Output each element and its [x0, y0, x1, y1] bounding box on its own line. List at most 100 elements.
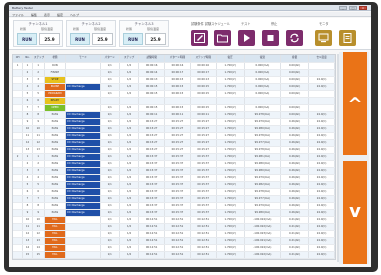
table-row[interactable]: 6 6 READY	[13, 97, 335, 105]
cell-capacity: 0.26(Ah)	[280, 146, 310, 154]
cell-step-count: 1/2	[119, 132, 140, 140]
cell-pattern-time: 00:15:27	[164, 125, 191, 133]
table-row[interactable]: 8 8 PASS CC Discharge 1/1 1/2 00:00:11 00:00:11…	[13, 111, 335, 119]
column-header[interactable]: 容量	[280, 55, 310, 63]
cell-step-time: 00:15:37	[190, 202, 217, 210]
start-button[interactable]	[238, 30, 255, 46]
table-row[interactable]: 11 11 FAIL 1/1 1/2 00:12:51 00:12:51 00:12:51 1.…	[13, 223, 335, 231]
column-header[interactable]: パターン時間	[164, 55, 191, 63]
menu-item-view[interactable]: 表示	[44, 13, 50, 17]
column-header[interactable]: モード	[65, 55, 101, 63]
refresh-icon	[290, 33, 299, 43]
stop-button[interactable]	[262, 30, 279, 46]
table-row[interactable]: 5 5 PROGRAM 1/1 1/2 00:00:15 00:00:15 00:00:15 1…	[13, 90, 335, 98]
maximize-button[interactable]: □	[349, 6, 357, 10]
cell-step-count: 1/2	[119, 90, 140, 98]
cell-capacity: 0.26(Ah)	[280, 188, 310, 196]
cell-current: -100.021(mA)	[244, 237, 282, 245]
table-row[interactable]: 2 1 1 PASS CC Discharge 1/1 1/2 00:15:37 00:15:3…	[13, 153, 335, 161]
minimize-button[interactable]: _	[339, 6, 347, 10]
table-row[interactable]: 9 9 PASS CC Discharge 1/1 1/2 00:15:27 00:15:27…	[13, 118, 335, 126]
edit-button[interactable]	[191, 30, 208, 46]
table-row[interactable]: 6 6 PASS CC Discharge 1/1 1/2 00:15:37 00:15:37…	[13, 188, 335, 196]
cell-step-time: 00:12:51	[190, 230, 217, 238]
table-row[interactable]: 11 11 PASS CC Discharge 1/1 1/2 00:15:27 00:15:…	[13, 132, 335, 140]
cell-temperature: 24.0(C)	[308, 195, 335, 203]
table-row[interactable]: 2 2 FINISH 1/1 1/2 00:00:14 00:00:17 00:00:17 1.…	[13, 69, 335, 77]
cell-pattern: 1/1	[100, 83, 120, 91]
cell-current: 99.981(mA)	[244, 153, 282, 161]
table-row[interactable]: 5 5 PASS CC Discharge 1/1 1/2 00:15:37 00:15:37…	[13, 181, 335, 189]
column-header[interactable]: 電圧	[216, 55, 245, 63]
table-row[interactable]: 15 15 FAIL 1/1 1/2 00:12:51 00:12:51 00:12:51 1.…	[13, 251, 335, 259]
cell-voltage: 1.700(V)	[216, 104, 245, 112]
table-row[interactable]: 10 10 FAIL 1/1 1/2 00:12:51 00:12:51 00:12:51 1.…	[13, 216, 335, 224]
cell-capacity: 0.00(Ah)	[280, 111, 310, 119]
table-row[interactable]: 8 8 PASS CC Discharge 1/1 1/2 00:15:37 00:15:37…	[13, 202, 335, 210]
column-header[interactable]: CH	[13, 55, 24, 63]
table-row[interactable]: 12 12 FAIL 1/1 1/2 00:12:51 00:12:51 00:12:51 1.…	[13, 230, 335, 238]
table-row[interactable]: 3 3 PASS CC Discharge 1/1 1/2 00:15:37 00:15:37…	[13, 167, 335, 175]
table-row[interactable]: 12 12 PASS CC Discharge 1/1 1/2 00:15:27 00:15:…	[13, 139, 335, 147]
cell-temperature: 24.0(C)	[308, 202, 335, 210]
cell-mode	[65, 237, 101, 245]
close-button[interactable]: ×	[359, 6, 367, 10]
open-folder-button[interactable]	[214, 30, 231, 46]
cell-mode: CC Discharge	[65, 153, 101, 161]
column-header[interactable]: ステップ時間	[190, 55, 217, 63]
table-row[interactable]: 9 9 PASS CC Discharge 1/1 1/2 00:15:37 00:15:37…	[13, 209, 335, 217]
table-row[interactable]: 13 13 FAIL 1/1 1/2 00:12:51 00:12:51 00:12:51 1.…	[13, 237, 335, 245]
cell-pattern-time: 00:15:37	[164, 167, 191, 175]
table-row[interactable]: 1 1 1 RUN 1/1 1/2 00:00:16 00:00:16 00:00:16 1.70…	[13, 62, 335, 70]
menu-item-help[interactable]: ヘルプ	[70, 13, 79, 17]
table-row[interactable]: 14 14 FAIL 1/1 1/2 00:12:51 00:12:51 00:12:51 1.…	[13, 244, 335, 252]
table-row[interactable]: 13 13 PASS CC Discharge 1/1 1/2 00:15:27 00:15:…	[13, 146, 335, 154]
cell-step-time: 00:15:37	[190, 160, 217, 168]
column-header[interactable]: セル温度	[308, 55, 335, 63]
cell-status: PASS	[44, 209, 67, 217]
table-row[interactable]: 4 4 PAUSE CC Discharge 1/1 1/2 00:00:15 00:00:1…	[13, 83, 335, 91]
cell-pattern: 1/1	[100, 181, 120, 189]
cell-voltage: 1.700(V)	[216, 230, 245, 238]
cell-temperature: 24.0(C)	[308, 76, 335, 84]
cell-test-time: 00:15:37	[138, 160, 166, 168]
cell-number: 9	[22, 209, 33, 217]
cell-voltage: 1.700(V)	[216, 174, 245, 182]
title-bar: Battery Tester _ □ ×	[9, 5, 371, 11]
column-header[interactable]: No.	[22, 55, 33, 63]
table-row[interactable]: 2 2 PASS CC Discharge 1/1 1/2 00:15:37 00:15:37…	[13, 160, 335, 168]
table-row[interactable]: 7 7 PASS CC Discharge 1/1 1/2 00:15:37 00:15:37…	[13, 195, 335, 203]
cell-step-time: 00:00:15	[190, 104, 217, 112]
scroll-down-button[interactable]: v	[343, 161, 367, 264]
column-header[interactable]: 状態	[44, 55, 67, 63]
results-table: CH No. ステップ 状態 モード パターン ステップ 試験時間 パターン時間…	[12, 54, 336, 260]
cell-step-count: 1/2	[119, 244, 140, 252]
cell-mode	[65, 244, 101, 252]
column-header[interactable]: 試験時間	[138, 55, 166, 63]
edit-icon	[194, 33, 205, 43]
table-row[interactable]: 3 3 STOP 1/1 1/2 00:00:13 00:00:15 00:00:13 1.70…	[13, 76, 335, 84]
cell-step-count: 1/2	[119, 195, 140, 203]
cell-step: 3	[32, 76, 45, 84]
refresh-button[interactable]	[286, 30, 303, 46]
menu-item-edit[interactable]: 編集	[31, 13, 37, 17]
table-row[interactable]: 7 7 OPEN 1/1 1/2 00:00:15 00:00:15 00:00:15 1.70…	[13, 104, 335, 112]
channel-temp-label: 環境温度	[147, 27, 160, 31]
scroll-up-button[interactable]: ^	[343, 52, 367, 155]
cell-status: PASS	[44, 160, 67, 168]
column-header[interactable]: 電流	[244, 55, 282, 63]
cell-status: PASS	[44, 111, 67, 119]
cell-step-time: 00:12:51	[190, 216, 217, 224]
column-header[interactable]: ステップ	[32, 55, 45, 63]
table-row[interactable]: 4 4 PASS CC Discharge 1/1 1/2 00:15:37 00:15:37…	[13, 174, 335, 182]
report-button[interactable]	[339, 30, 356, 46]
table-row[interactable]: 10 10 PASS CC Discharge 1/1 1/2 00:15:27 00:15:…	[13, 125, 335, 133]
cell-number: 8	[22, 202, 33, 210]
cell-step-count: 1/2	[119, 209, 140, 217]
menu-item-file[interactable]: ファイル	[12, 13, 24, 17]
menu-item-settings[interactable]: 設定	[57, 13, 63, 17]
monitor-button[interactable]	[315, 30, 332, 46]
column-header[interactable]: パターン	[100, 55, 120, 63]
channel-temp-label: 環境温度	[41, 27, 54, 31]
column-header[interactable]: ステップ	[119, 55, 140, 63]
